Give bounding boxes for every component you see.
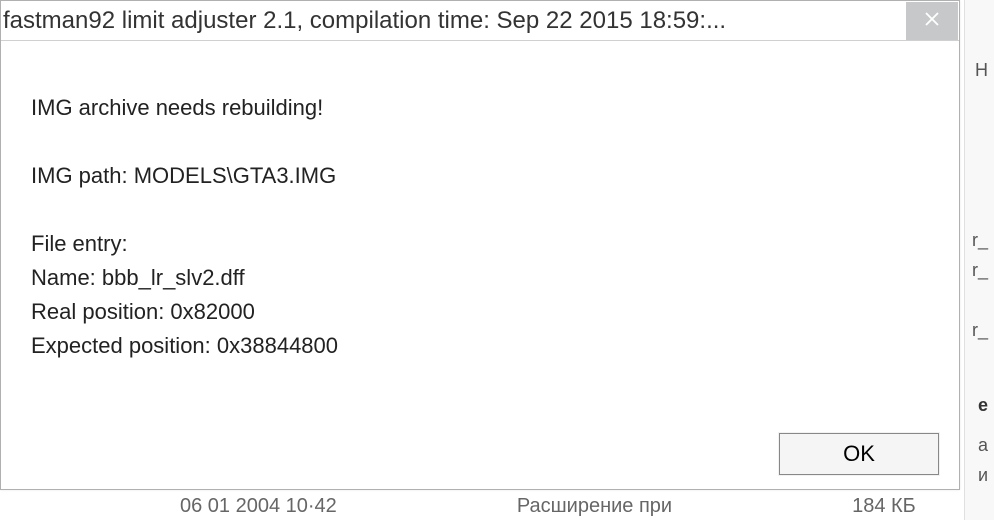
close-button[interactable]: [906, 2, 958, 40]
bg-size: 184 КБ: [852, 495, 916, 518]
bg-char: e: [978, 395, 988, 416]
background-right-strip: Н r_ r_ r_ e а и: [964, 0, 994, 520]
bg-char: а: [978, 435, 988, 456]
ok-button[interactable]: OK: [779, 433, 939, 475]
bg-char: r_: [972, 230, 988, 251]
msg-path: IMG path: MODELS\GTA3.IMG: [31, 159, 929, 193]
titlebar[interactable]: fastman92 limit adjuster 2.1, compilatio…: [1, 1, 959, 41]
message-content: IMG archive needs rebuilding! IMG path: …: [1, 41, 959, 384]
msg-entry-header: File entry:: [31, 227, 929, 261]
window-title: fastman92 limit adjuster 2.1, compilatio…: [3, 7, 906, 35]
msg-expected-pos: Expected position: 0x38844800: [31, 329, 929, 363]
bg-date: 06 01 2004 10·42: [180, 495, 337, 518]
msg-heading: IMG archive needs rebuilding!: [31, 91, 929, 125]
close-icon: [925, 12, 939, 31]
background-bottom-row: 06 01 2004 10·42 Расширение при 184 КБ: [0, 495, 994, 518]
bg-char: и: [978, 465, 988, 486]
bg-text: Расширение при: [517, 495, 672, 518]
bg-char: r_: [972, 320, 988, 341]
message-dialog: fastman92 limit adjuster 2.1, compilatio…: [0, 0, 960, 490]
msg-name: Name: bbb_lr_slv2.dff: [31, 261, 929, 295]
bg-char: Н: [975, 60, 988, 81]
bg-char: r_: [972, 260, 988, 281]
msg-real-pos: Real position: 0x82000: [31, 295, 929, 329]
button-bar: OK: [779, 433, 939, 475]
